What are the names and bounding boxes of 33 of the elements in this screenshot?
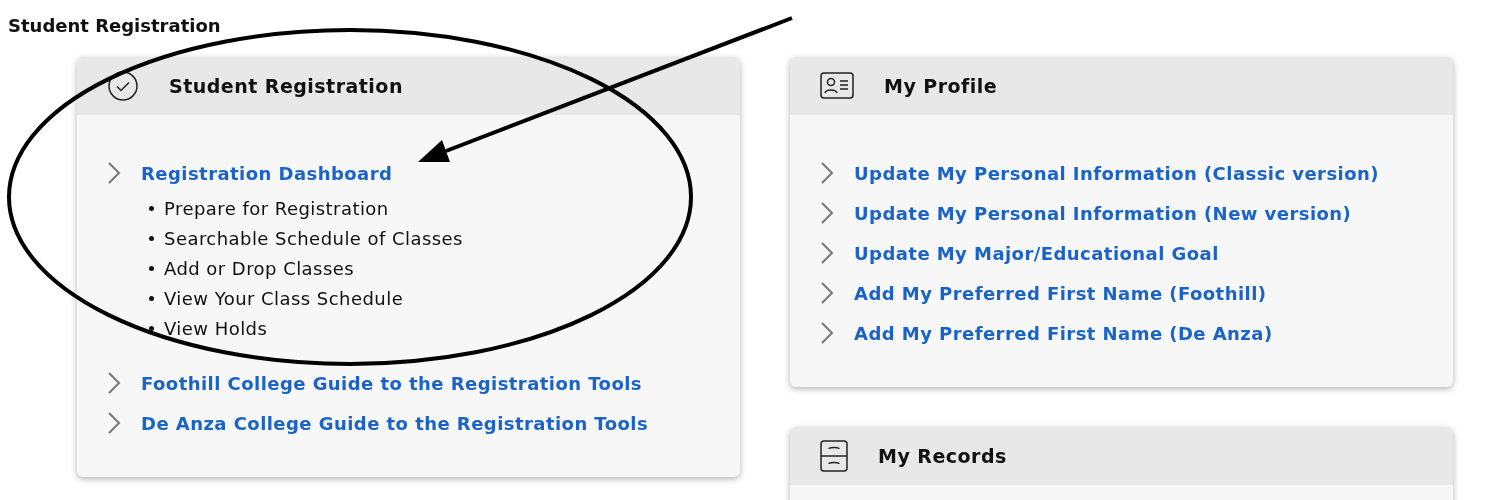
link[interactable]: Add My Preferred First Name (De Anza) <box>854 319 1273 347</box>
bullet-icon <box>149 265 154 271</box>
card-title: My Profile <box>884 73 998 99</box>
page-title: Student Registration <box>8 14 222 38</box>
list-item: Add or Drop Classes <box>164 256 355 281</box>
link[interactable]: Update My Major/Educational Goal <box>854 239 1219 267</box>
chevron-right-icon <box>820 201 834 225</box>
chevron-right-icon <box>107 411 121 435</box>
card-title: My Records <box>878 443 1007 469</box>
list-item: View Holds <box>164 316 268 341</box>
chevron-right-icon <box>820 161 834 185</box>
list-item: Prepare for Registration <box>164 196 389 221</box>
chevron-right-icon <box>107 371 121 395</box>
bullet-icon <box>149 325 154 331</box>
chevron-right-icon <box>107 161 121 185</box>
chevron-right-icon <box>820 281 834 305</box>
card-title: Student Registration <box>169 73 403 99</box>
bullet-icon <box>149 235 154 241</box>
check-circle-icon <box>107 70 139 102</box>
file-cabinet-icon <box>820 440 848 472</box>
bullet-icon <box>149 295 154 301</box>
list-item: View Your Class Schedule <box>164 286 404 311</box>
list-item: Searchable Schedule of Classes <box>164 226 463 251</box>
link[interactable]: Add My Preferred First Name (Foothill) <box>854 279 1267 307</box>
link[interactable]: Update My Personal Information (Classic version) <box>854 159 1379 187</box>
chevron-right-icon <box>820 241 834 265</box>
bullet-icon <box>149 205 154 211</box>
chevron-right-icon <box>820 321 834 345</box>
id-card-icon <box>820 72 854 100</box>
link[interactable]: Foothill College Guide to the Registration Tools <box>141 369 643 397</box>
link[interactable]: Update My Personal Information (New version) <box>854 199 1352 227</box>
link[interactable]: Registration Dashboard <box>141 159 393 187</box>
link[interactable]: De Anza College Guide to the Registration Tools <box>141 409 649 437</box>
